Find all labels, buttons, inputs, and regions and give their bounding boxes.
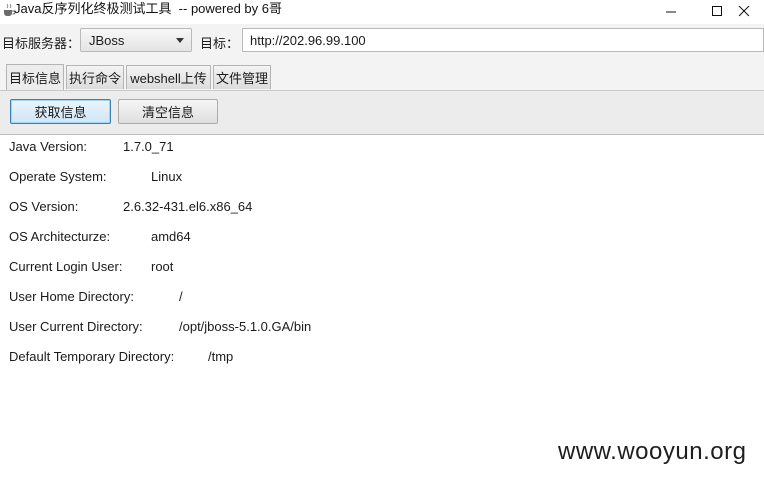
tab-webshell-upload[interactable]: webshell上传	[126, 65, 211, 89]
info-label: OS Version:	[9, 199, 79, 214]
fetch-info-button[interactable]: 获取信息	[10, 99, 111, 124]
close-button[interactable]	[724, 0, 764, 22]
target-toolbar: 目标服务器： JBoss 目标：	[0, 24, 764, 62]
close-icon	[738, 5, 750, 17]
info-value: 2.6.32-431.el6.x86_64	[123, 199, 253, 214]
chevron-down-icon	[176, 38, 184, 43]
info-label: Operate System:	[9, 169, 107, 184]
info-label: Java Version:	[9, 139, 88, 154]
clear-info-button[interactable]: 清空信息	[118, 99, 218, 124]
info-label: OS Architecturze:	[9, 229, 111, 244]
info-value: 1.7.0_71	[123, 139, 174, 154]
info-label: User Current Directory:	[9, 319, 143, 334]
tab-file-manager[interactable]: 文件管理	[213, 65, 271, 89]
window-title: Java反序列化终极测试工具 -- powered by 6哥	[14, 1, 283, 16]
info-label: Current Login User:	[9, 259, 123, 274]
server-label: 目标服务器：	[2, 36, 81, 51]
maximize-icon	[712, 6, 722, 16]
info-label: User Home Directory:	[9, 289, 134, 304]
info-value: /	[179, 289, 183, 304]
tab-execute-command[interactable]: 执行命令	[66, 65, 124, 89]
info-value: /opt/jboss-5.1.0.GA/bin	[179, 319, 312, 334]
info-value: root	[151, 259, 174, 274]
info-label: Default Temporary Directory:	[9, 349, 175, 364]
minimize-icon	[666, 11, 676, 13]
info-value: Linux	[151, 169, 183, 184]
watermark: www.wooyun.org	[558, 438, 747, 465]
minimize-button[interactable]	[648, 0, 694, 22]
target-label: 目标：	[200, 36, 240, 51]
target-url-input[interactable]	[242, 28, 764, 52]
tab-bar: 目标信息 执行命令 webshell上传 文件管理	[0, 62, 764, 90]
info-value: amd64	[151, 229, 191, 244]
info-output-panel[interactable]: Java Version: 1.7.0_71 Operate System: L…	[0, 134, 764, 482]
action-bar: 获取信息 清空信息	[0, 90, 764, 134]
server-select-value: JBoss	[89, 33, 125, 48]
tab-target-info[interactable]: 目标信息	[6, 64, 64, 90]
title-bar: Java反序列化终极测试工具 -- powered by 6哥	[0, 0, 764, 24]
server-select[interactable]: JBoss	[80, 28, 192, 52]
info-value: /tmp	[208, 349, 234, 364]
